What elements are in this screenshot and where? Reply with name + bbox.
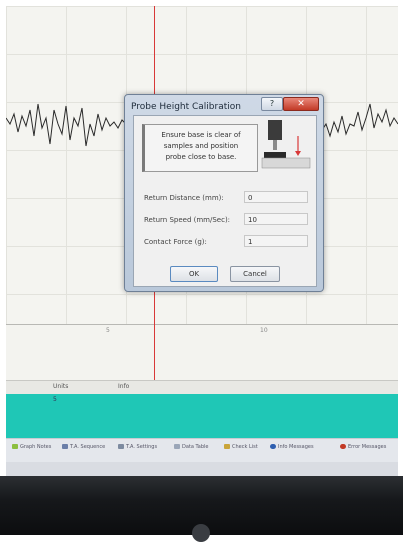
instruction-text: Ensure base is clear of [161,131,241,139]
notes-icon [12,444,18,449]
taskbar-label: T.A. Settings [126,444,158,450]
help-button[interactable]: ? [261,97,283,111]
photo-frame: 5 10 Units Info 5 Graph Notes T.A. Seque… [0,0,403,542]
results-table-row[interactable]: 5 [6,394,398,438]
taskbar-label: T.A. Sequence [70,444,106,450]
settings-icon [118,444,124,449]
return-speed-input[interactable]: 10 [244,213,308,225]
status-bar [6,462,398,476]
dialog-title: Probe Height Calibration [131,102,241,112]
cancel-button[interactable]: Cancel [230,266,280,282]
taskbar-item-check-list[interactable]: Check List [224,444,258,450]
taskbar-item-error-messages[interactable]: Error Messages [340,444,386,450]
taskbar-item-data-table[interactable]: Data Table [174,444,208,450]
probe-icon [261,120,311,169]
sequence-icon [62,444,68,449]
x-axis: 5 10 [6,325,398,380]
monitor-bezel [0,476,403,542]
return-speed-label: Return Speed (mm/Sec): [144,216,231,224]
contact-force-input[interactable]: 1 [244,235,308,247]
instruction-text: samples and position [163,142,239,150]
results-table-header: Units Info [6,380,398,395]
table-cell: 5 [53,396,57,403]
x-tick-label: 5 [106,327,110,334]
taskbar-label: Graph Notes [20,444,52,450]
taskbar-item-ta-sequence[interactable]: T.A. Sequence [62,444,105,450]
instruction-box: Ensure base is clear of samples and posi… [142,124,258,172]
probe-height-calibration-dialog: Probe Height Calibration ? ✕ Ensure base… [124,94,324,292]
checklist-icon [224,444,230,449]
info-icon [270,444,276,449]
taskbar-label: Error Messages [348,444,387,450]
ok-button[interactable]: OK [170,266,218,282]
taskbar-item-ta-settings[interactable]: T.A. Settings [118,444,157,450]
column-header-units: Units [53,383,69,390]
taskbar-label: Check List [232,444,258,450]
return-distance-input[interactable]: 0 [244,191,308,203]
window-taskbar: Graph Notes T.A. Sequence T.A. Settings … [6,438,398,463]
taskbar-item-info-messages[interactable]: Info Messages [270,444,314,450]
dialog-body: Ensure base is clear of samples and posi… [133,115,317,287]
taskbar-label: Info Messages [278,444,314,450]
contact-force-label: Contact Force (g): [144,238,207,246]
taskbar-label: Data Table [182,444,209,450]
table-icon [174,444,180,449]
return-distance-label: Return Distance (mm): [144,194,224,202]
error-icon [340,444,346,449]
taskbar-item-graph-notes[interactable]: Graph Notes [12,444,51,450]
close-button[interactable]: ✕ [283,97,319,111]
x-tick-label: 10 [260,327,268,334]
instruction-text: probe close to base. [165,153,237,161]
monitor-logo [192,524,210,542]
column-header-info: Info [118,383,130,390]
monitor-screen: 5 10 Units Info 5 Graph Notes T.A. Seque… [6,6,398,476]
